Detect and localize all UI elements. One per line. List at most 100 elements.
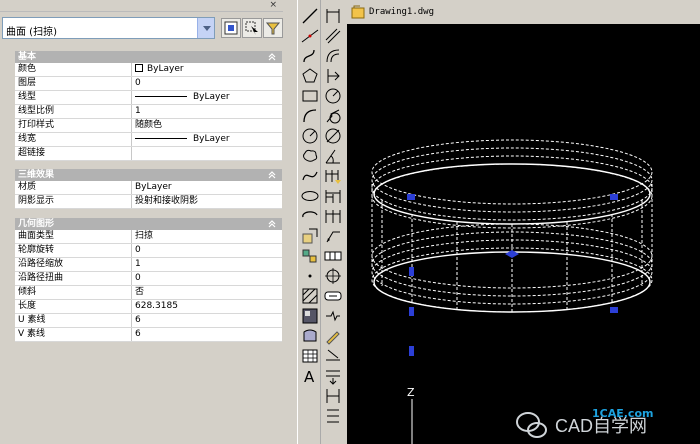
- property-value[interactable]: 1: [135, 258, 281, 271]
- quick-dimension-icon[interactable]: [323, 166, 343, 186]
- property-value[interactable]: 628.3185: [135, 300, 281, 313]
- property-row[interactable]: 颜色 ByLayer: [15, 63, 282, 77]
- property-row[interactable]: 线型 ByLayer: [15, 91, 282, 105]
- grip[interactable]: [610, 307, 618, 313]
- jogged-dimension-icon[interactable]: [323, 106, 343, 126]
- polygon-icon[interactable]: [300, 66, 320, 86]
- polyline-icon[interactable]: [300, 46, 320, 66]
- arc-icon[interactable]: [300, 106, 320, 126]
- arc-length-icon[interactable]: [323, 46, 343, 66]
- select-objects-button[interactable]: [242, 18, 262, 38]
- point-icon[interactable]: [300, 266, 320, 286]
- inspect-icon[interactable]: [323, 286, 343, 306]
- property-name: 线型比例: [15, 105, 132, 118]
- region-icon[interactable]: [300, 326, 320, 346]
- collapse-icon[interactable]: [266, 169, 278, 181]
- grip[interactable]: [409, 346, 414, 356]
- property-value[interactable]: [135, 147, 281, 160]
- dimension-update-icon[interactable]: [323, 366, 343, 386]
- insert-block-icon[interactable]: [300, 226, 320, 246]
- palette-grip[interactable]: ×: [0, 0, 283, 12]
- dimension-text-edit-icon[interactable]: [323, 346, 343, 366]
- radius-dimension-icon[interactable]: [323, 86, 343, 106]
- property-row[interactable]: 打印样式 随颜色: [15, 119, 282, 133]
- grip[interactable]: [409, 267, 414, 276]
- text-icon[interactable]: A: [300, 366, 320, 386]
- center-mark-icon[interactable]: [323, 266, 343, 286]
- baseline-dimension-icon[interactable]: [323, 186, 343, 206]
- property-row[interactable]: 超链接: [15, 147, 282, 161]
- make-block-icon[interactable]: [300, 246, 320, 266]
- close-icon[interactable]: ×: [269, 0, 277, 10]
- property-row[interactable]: 线宽 ByLayer: [15, 133, 282, 147]
- property-row[interactable]: 图层 0: [15, 77, 282, 91]
- quick-leader-icon[interactable]: [323, 226, 343, 246]
- ellipse-icon[interactable]: [300, 186, 320, 206]
- continue-dimension-icon[interactable]: [323, 206, 343, 226]
- property-row[interactable]: 沿路径缩放 1: [15, 258, 282, 272]
- linear-dimension-icon[interactable]: [323, 6, 343, 26]
- diameter-dimension-icon[interactable]: [323, 126, 343, 146]
- property-row[interactable]: 材质 ByLayer: [15, 181, 282, 195]
- grip[interactable]: [505, 250, 519, 258]
- property-row[interactable]: 倾斜否: [15, 286, 282, 300]
- chevron-down-icon[interactable]: [197, 18, 214, 38]
- property-value[interactable]: 否: [135, 286, 281, 299]
- category-3d-effects[interactable]: 三维效果: [15, 169, 282, 181]
- property-row[interactable]: 曲面类型 扫掠: [15, 230, 282, 244]
- table-icon[interactable]: [300, 346, 320, 366]
- property-value-text: 否: [135, 287, 145, 297]
- grip[interactable]: [409, 307, 414, 316]
- property-value[interactable]: 0: [135, 77, 281, 90]
- property-row[interactable]: 线型比例 1: [15, 105, 282, 119]
- ellipse-arc-icon[interactable]: [300, 206, 320, 226]
- dimension-edit-icon[interactable]: [323, 326, 343, 346]
- category-geometry[interactable]: 几何图形: [15, 218, 282, 230]
- property-row[interactable]: 阴影显示 投射和接收阴影: [15, 195, 282, 209]
- property-value[interactable]: 6: [135, 328, 281, 341]
- jogged-linear-icon[interactable]: [323, 306, 343, 326]
- rectangle-icon[interactable]: [300, 86, 320, 106]
- grip[interactable]: [610, 194, 618, 200]
- property-value[interactable]: 随颜色: [135, 119, 281, 132]
- ordinate-dimension-icon[interactable]: [323, 66, 343, 86]
- collapse-icon[interactable]: [266, 218, 278, 230]
- svg-text:A: A: [304, 368, 315, 386]
- property-value[interactable]: ByLayer: [135, 63, 281, 76]
- property-value[interactable]: 投射和接收阴影: [135, 195, 281, 208]
- property-value[interactable]: 6: [135, 314, 281, 327]
- gradient-icon[interactable]: [300, 306, 320, 326]
- dimension-space-icon[interactable]: [323, 406, 343, 426]
- property-row[interactable]: 轮廓旋转 0: [15, 244, 282, 258]
- grip[interactable]: [407, 194, 415, 200]
- drawing-window[interactable]: Drawing1.dwg Z: [347, 0, 700, 444]
- model-space-canvas[interactable]: Z: [347, 24, 700, 444]
- property-value[interactable]: 扫掠: [135, 230, 281, 243]
- property-row[interactable]: 沿路径扭曲 0: [15, 272, 282, 286]
- spline-icon[interactable]: [300, 166, 320, 186]
- toggle-pickadd-button[interactable]: [221, 18, 241, 38]
- property-value[interactable]: 0: [135, 244, 281, 257]
- property-value[interactable]: 1: [135, 105, 281, 118]
- drawing-title-bar[interactable]: Drawing1.dwg: [347, 0, 700, 24]
- property-value[interactable]: ByLayer: [135, 181, 281, 194]
- tolerance-icon[interactable]: [323, 246, 343, 266]
- construction-line-icon[interactable]: [300, 26, 320, 46]
- object-type-select[interactable]: 曲面 (扫掠): [2, 17, 215, 39]
- property-value[interactable]: 0: [135, 272, 281, 285]
- revision-cloud-icon[interactable]: [300, 146, 320, 166]
- line-icon[interactable]: [300, 6, 320, 26]
- property-value[interactable]: ByLayer: [135, 91, 281, 104]
- property-value[interactable]: ByLayer: [135, 133, 281, 146]
- category-basic[interactable]: 基本: [15, 51, 282, 63]
- property-row[interactable]: U 素线 6: [15, 314, 282, 328]
- dimension-style-icon[interactable]: [323, 386, 343, 406]
- property-row[interactable]: 长度 628.3185: [15, 300, 282, 314]
- quick-select-button[interactable]: [263, 18, 283, 38]
- collapse-icon[interactable]: [266, 51, 278, 63]
- property-row[interactable]: V 素线 6: [15, 328, 282, 342]
- circle-icon[interactable]: [300, 126, 320, 146]
- hatch-icon[interactable]: [300, 286, 320, 306]
- aligned-dimension-icon[interactable]: [323, 26, 343, 46]
- angular-dimension-icon[interactable]: [323, 146, 343, 166]
